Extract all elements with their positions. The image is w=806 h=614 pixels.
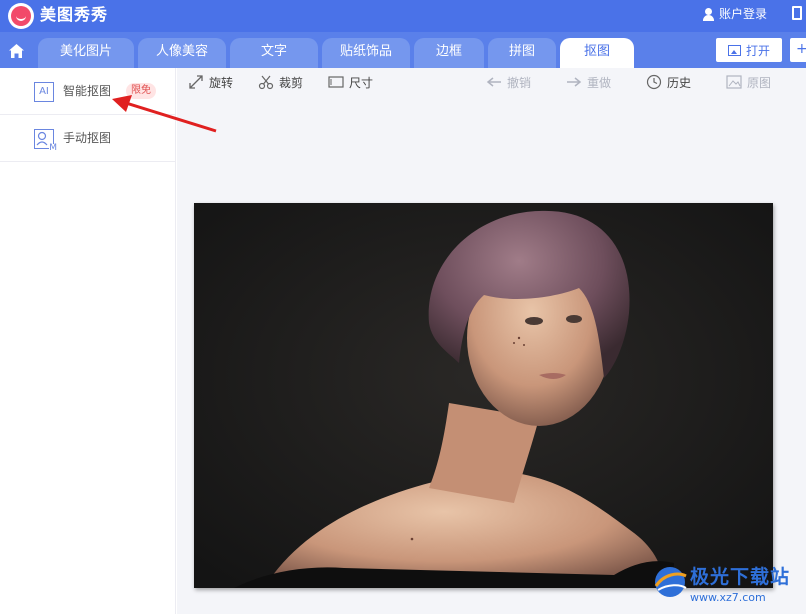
- size-icon: [328, 76, 344, 88]
- user-icon: [702, 7, 715, 21]
- original-label: 原图: [747, 75, 772, 90]
- undo-icon: [486, 77, 501, 87]
- sidebar-item-manual-cutout[interactable]: M 手动抠图: [0, 115, 176, 162]
- scissors-icon: [258, 75, 274, 90]
- redo-button[interactable]: 重做: [566, 74, 611, 90]
- add-button[interactable]: +: [790, 38, 806, 62]
- watermark-logo-icon: [654, 567, 687, 597]
- login-label: 账户登录: [719, 7, 768, 21]
- tab-frame[interactable]: 边框: [414, 38, 484, 68]
- open-label: 打开: [745, 43, 770, 58]
- ai-icon: AI: [34, 82, 54, 102]
- tab-stickers[interactable]: 贴纸饰品: [322, 38, 410, 68]
- tab-text[interactable]: 文字: [230, 38, 318, 68]
- sidebar-item-label: 智能抠图: [63, 84, 112, 98]
- rotate-icon: [189, 75, 203, 89]
- image-icon: [726, 75, 742, 89]
- original-button[interactable]: 原图: [726, 74, 771, 90]
- rotate-button[interactable]: 旋转: [188, 74, 233, 90]
- free-badge: 限免: [126, 83, 156, 99]
- sidebar: AI 智能抠图 限免 M 手动抠图: [0, 68, 176, 614]
- portrait-image: [194, 203, 773, 588]
- size-label: 尺寸: [349, 75, 374, 90]
- rotate-label: 旋转: [209, 75, 234, 90]
- size-button[interactable]: 尺寸: [328, 74, 373, 90]
- redo-icon: [567, 77, 582, 87]
- tab-beautify[interactable]: 美化图片: [38, 38, 134, 68]
- watermark-url: www.xz7.com: [690, 591, 766, 604]
- tab-bar: 美化图片 人像美容 文字 贴纸饰品 边框 拼图 抠图: [0, 32, 806, 68]
- tab-cutout[interactable]: 抠图: [560, 38, 634, 68]
- login-link[interactable]: 账户登录: [702, 6, 767, 22]
- title-bar: 美图秀秀 账户登录: [0, 0, 806, 32]
- history-label: 历史: [667, 75, 692, 90]
- sidebar-item-smart-cutout[interactable]: AI 智能抠图 限免: [0, 68, 176, 115]
- undo-label: 撤销: [507, 75, 532, 90]
- sidebar-item-label: 手动抠图: [63, 131, 112, 145]
- redo-label: 重做: [587, 75, 612, 90]
- home-button[interactable]: [0, 38, 34, 68]
- clock-icon: [646, 74, 662, 90]
- tab-portrait[interactable]: 人像美容: [138, 38, 226, 68]
- home-icon: [9, 44, 24, 58]
- crop-label: 裁剪: [279, 75, 304, 90]
- open-icon: [727, 44, 741, 56]
- app-title: 美图秀秀: [40, 5, 109, 24]
- crop-button[interactable]: 裁剪: [258, 74, 303, 90]
- history-button[interactable]: 历史: [646, 74, 691, 90]
- photo-canvas[interactable]: [194, 203, 773, 588]
- watermark-title: 极光下载站: [690, 566, 791, 588]
- open-button[interactable]: 打开: [716, 38, 782, 62]
- tab-collage[interactable]: 拼图: [488, 38, 556, 68]
- undo-button[interactable]: 撤销: [486, 74, 531, 90]
- manual-cutout-icon: M: [34, 129, 57, 153]
- window-mode-icon[interactable]: [792, 6, 802, 20]
- app-logo-icon: [8, 3, 34, 29]
